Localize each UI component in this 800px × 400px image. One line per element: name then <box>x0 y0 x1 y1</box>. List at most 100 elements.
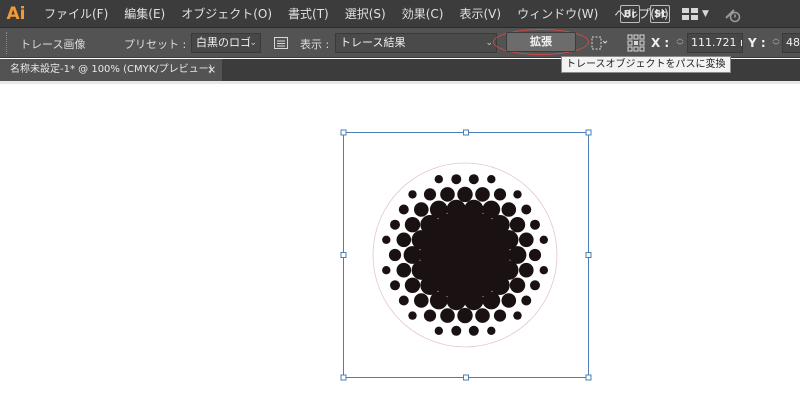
menu-view[interactable]: 表示(V) <box>451 0 509 28</box>
halftone-dot <box>408 311 417 320</box>
y-label: Y : <box>748 36 766 50</box>
halftone-dot <box>382 235 391 244</box>
preset-label: プリセット : <box>124 38 187 51</box>
halftone-dot <box>440 308 455 323</box>
halftone-dot <box>508 246 527 264</box>
halftone-dot <box>530 280 540 291</box>
menu-type[interactable]: 書式(T) <box>280 0 337 28</box>
halftone-dot <box>390 219 400 230</box>
menu-edit[interactable]: 編集(E) <box>116 0 173 28</box>
view-label: 表示 : <box>300 38 330 51</box>
app-switcher: Br St ▼ <box>620 0 741 28</box>
selection-handle[interactable] <box>340 129 347 136</box>
halftone-dot <box>493 188 507 201</box>
halftone-dot <box>408 190 417 199</box>
halftone-dot <box>434 175 443 184</box>
halftone-dot <box>404 277 421 293</box>
selection-handle[interactable] <box>340 374 347 381</box>
halftone-dot <box>396 232 412 248</box>
halftone-dot <box>382 266 391 275</box>
halftone-dot <box>457 307 473 324</box>
control-bar: トレース画像 プリセット : 白黒のロゴ ⌄ 表示 : トレース結果 ⌄ 拡張 … <box>0 28 800 58</box>
preset-value: 白黒のロゴ <box>196 36 251 49</box>
selection-handle[interactable] <box>585 252 592 258</box>
halftone-dot <box>519 232 534 248</box>
halftone-dot <box>501 293 517 308</box>
main-menu: ファイル(F) 編集(E) オブジェクト(O) 書式(T) 選択(S) 効果(C… <box>36 0 677 28</box>
halftone-dot <box>468 325 479 336</box>
artboard-canvas[interactable] <box>0 84 800 400</box>
menu-file[interactable]: ファイル(F) <box>36 0 116 28</box>
halftone-dot <box>490 275 510 295</box>
halftone-dot <box>440 187 455 202</box>
expand-button[interactable]: 拡張 <box>506 32 576 52</box>
align-icon[interactable] <box>590 34 608 52</box>
y-stepper[interactable]: ︿ ﹀ <box>772 34 780 52</box>
halftone-dot <box>390 280 400 291</box>
halftone-dot <box>414 293 429 308</box>
artwork-layer <box>340 129 592 381</box>
halftone-dot <box>509 277 526 293</box>
halftone-dot <box>434 326 443 335</box>
halftone-dot <box>521 204 532 215</box>
x-stepper[interactable]: ︿ ﹀ <box>676 34 684 52</box>
halftone-dot <box>493 309 507 322</box>
halftone-dot <box>475 308 490 323</box>
expand-tooltip: トレースオブジェクトをパスに変換 <box>561 56 731 73</box>
halftone-dot <box>539 235 548 244</box>
menu-object[interactable]: オブジェクト(O) <box>173 0 280 28</box>
view-select[interactable]: トレース結果 ⌄ <box>335 33 497 53</box>
preset-select[interactable]: 白黒のロゴ ⌄ <box>191 33 261 53</box>
stock-button[interactable]: St <box>650 5 670 23</box>
selection-handle[interactable] <box>585 129 592 136</box>
menu-select[interactable]: 選択(S) <box>337 0 394 28</box>
halftone-dot <box>414 202 429 217</box>
view-value: トレース結果 <box>340 36 406 49</box>
workspace-grid-icon <box>682 8 698 20</box>
panel-options-icon[interactable] <box>273 35 289 51</box>
chevron-down-icon: ⌄ <box>249 38 257 48</box>
selection-handle[interactable] <box>585 374 592 381</box>
close-icon[interactable]: × <box>207 59 216 81</box>
halftone-dot <box>468 174 479 185</box>
halftone-dot <box>423 309 437 322</box>
halftone-dot <box>451 325 462 336</box>
panel-label: トレース画像 <box>20 38 86 51</box>
halftone-dot <box>396 262 412 278</box>
halftone-dot <box>519 262 534 278</box>
halftone-dot <box>423 188 437 201</box>
selection-handle[interactable] <box>340 252 347 258</box>
halftone-dot <box>487 326 496 335</box>
menu-effect[interactable]: 効果(C) <box>394 0 452 28</box>
halftone-dot <box>388 248 402 262</box>
halftone-dot <box>501 202 517 217</box>
halftone-dot <box>513 190 522 199</box>
x-field[interactable]: 111.721 mm <box>687 33 743 53</box>
halftone-dot <box>539 266 548 275</box>
selection-handle[interactable] <box>463 129 469 136</box>
y-field[interactable]: 484 <box>782 33 800 53</box>
halftone-dot <box>530 219 540 230</box>
document-tab[interactable]: 名称未設定-1* @ 100% (CMYK/プレビュー) <box>0 59 222 81</box>
bridge-button[interactable]: Br <box>620 5 640 23</box>
halftone-dot <box>509 217 526 233</box>
halftone-dot <box>475 187 490 202</box>
illustrator-logo: Ai <box>6 3 26 24</box>
halftone-dot <box>404 217 421 233</box>
halftone-dot <box>513 311 522 320</box>
halftone-dot <box>398 204 409 215</box>
menu-window[interactable]: ウィンドウ(W) <box>509 0 606 28</box>
sync-icon[interactable] <box>723 5 741 23</box>
selection-handle[interactable] <box>463 374 469 381</box>
halftone-artwork[interactable] <box>382 174 548 336</box>
halftone-dot <box>451 174 462 185</box>
x-label: X : <box>651 36 670 50</box>
workspace-switcher[interactable]: ▼ <box>682 8 709 20</box>
reference-point-icon[interactable] <box>626 33 646 53</box>
chevron-down-icon: ▼ <box>702 9 709 19</box>
panel-grip[interactable] <box>6 31 14 54</box>
halftone-dot <box>528 248 542 262</box>
document-tab-title: 名称未設定-1* @ 100% (CMYK/プレビュー) <box>10 64 213 75</box>
halftone-dot <box>487 175 496 184</box>
halftone-dot <box>521 295 532 306</box>
